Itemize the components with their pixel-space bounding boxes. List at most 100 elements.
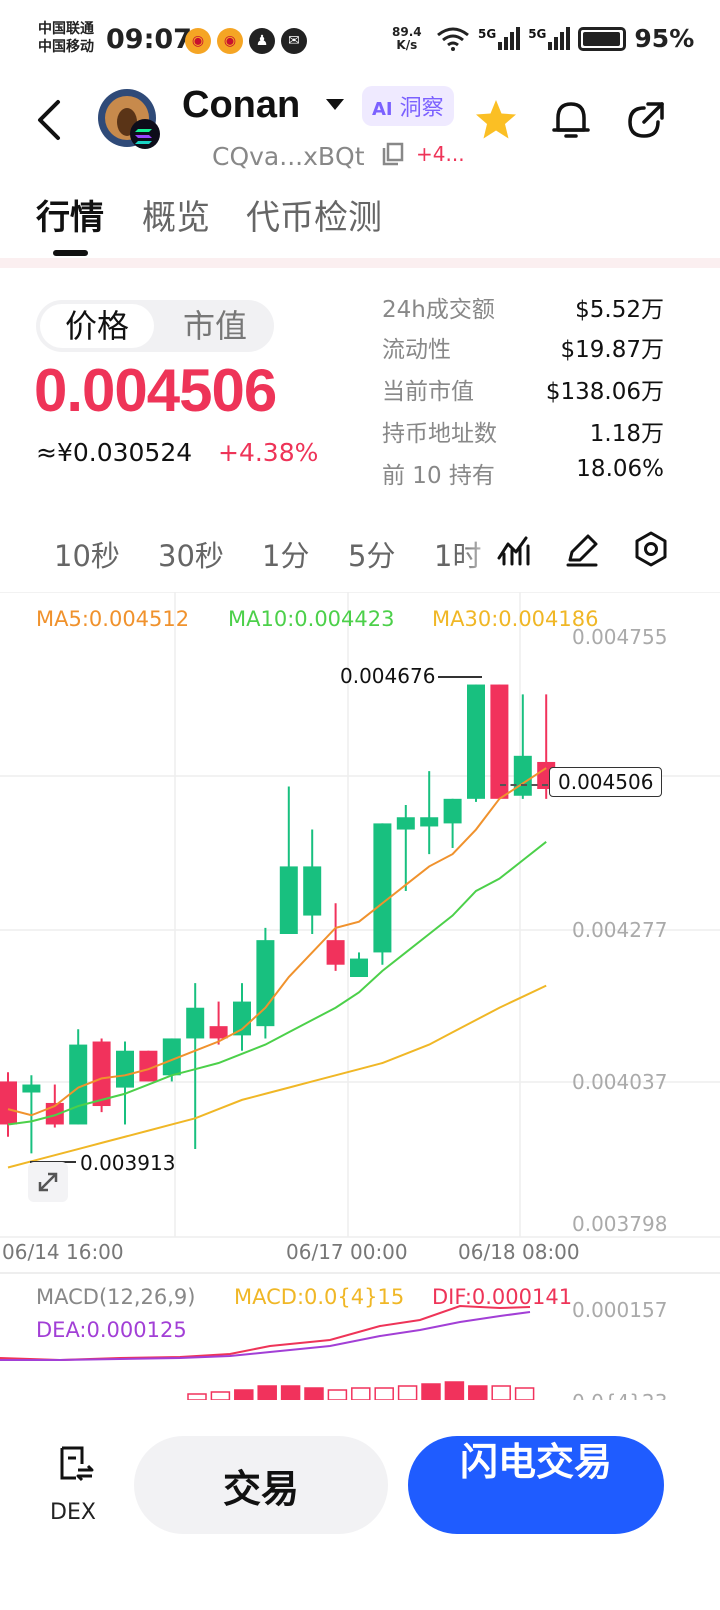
flash-trade-button[interactable]: 闪电交易 (408, 1436, 664, 1534)
battery-percent: 95% (634, 24, 695, 53)
wifi-icon (437, 27, 469, 51)
candle-body (513, 755, 532, 796)
tab-overview[interactable]: 概览 (142, 190, 210, 239)
candle-body (373, 823, 392, 953)
ma5-line (7, 767, 547, 1117)
candle-body (0, 1081, 17, 1125)
star-icon[interactable] (474, 98, 518, 142)
candle-body (116, 1050, 134, 1088)
carrier-info: 中国联通 中国移动 (38, 20, 94, 56)
x-axis-label: 06/17 00:00 (286, 1240, 408, 1264)
carrier-1: 中国联通 (38, 21, 94, 37)
carrier-2: 中国移动 (38, 39, 94, 55)
macd-bar (280, 1385, 301, 1400)
bell-icon[interactable] (550, 98, 592, 142)
share-icon[interactable] (624, 98, 668, 142)
interval-30s[interactable]: 30秒 (158, 533, 224, 575)
macd-chart (0, 1304, 535, 1400)
active-tab-indicator (53, 250, 88, 256)
price-cny: ≈¥0.030524 (36, 438, 193, 467)
indicator-icon[interactable] (496, 532, 532, 566)
interval-10s[interactable]: 10秒 (54, 533, 120, 575)
y-axis-label: 0.004277 (572, 918, 668, 942)
token-name[interactable]: Conan (182, 84, 300, 127)
macd-bar (351, 1387, 371, 1400)
macd-bar (210, 1391, 231, 1400)
toggle-market-cap[interactable]: 市值 (160, 304, 270, 348)
stat-value-mcap: $138.06万 (545, 379, 664, 405)
token-address: CQva...xBQt (212, 142, 365, 171)
candle-body (420, 817, 439, 827)
candle-body (490, 684, 509, 799)
macd-divider (0, 1272, 720, 1274)
token-avatar (97, 88, 163, 154)
macd-bar (491, 1385, 511, 1400)
status-right: 5G 5G 95% (436, 24, 694, 53)
ma30-line (7, 984, 547, 1169)
ai-insight-badge[interactable]: AI 洞察 (362, 86, 454, 126)
x-axis-label: 06/14 16:00 (2, 1240, 124, 1264)
candle-body (22, 1084, 41, 1093)
dex-icon[interactable] (56, 1444, 96, 1484)
tab-market[interactable]: 行情 (36, 190, 104, 239)
back-icon[interactable] (34, 98, 64, 142)
signal-5g-2: 5G (528, 27, 571, 50)
battery-icon (578, 26, 627, 51)
candle-body (396, 817, 415, 830)
stat-value-liquidity: $19.87万 (560, 337, 664, 363)
macd-bar (257, 1385, 277, 1400)
price-mcap-toggle[interactable]: 价格 市值 (36, 300, 274, 352)
fullscreen-button[interactable] (28, 1162, 68, 1202)
copy-icon[interactable] (382, 142, 404, 166)
macd-bar (374, 1387, 394, 1400)
y-axis-label: 0.004037 (572, 1070, 668, 1094)
extra-chains-badge[interactable]: +4... (416, 142, 465, 166)
candle-body (209, 1026, 228, 1039)
current-price: 0.004506 (34, 357, 277, 424)
status-time: 09:07 (106, 24, 192, 55)
stat-value-top10: 18.06% (576, 456, 664, 482)
max-price-leader (438, 676, 482, 678)
y-axis-label: 0.003798 (572, 1212, 668, 1236)
interval-1m[interactable]: 1分 (262, 533, 309, 575)
min-price-label: 0.003913 (80, 1151, 176, 1175)
weibo-icon: ◉ (185, 28, 211, 54)
macd-bar (514, 1387, 535, 1400)
current-price-line (500, 784, 548, 786)
draw-pen-icon[interactable] (564, 532, 600, 568)
candle-body (186, 1007, 205, 1039)
stat-value-holders: 1.18万 (589, 421, 664, 447)
signal-5g-1: 5G (478, 27, 521, 50)
macd-bar (234, 1389, 254, 1400)
candle-body (350, 958, 368, 978)
candle-body (92, 1041, 111, 1107)
stat-label-holders: 持币地址数 (382, 421, 497, 447)
candle-body (443, 798, 462, 824)
interval-5m[interactable]: 5分 (348, 533, 395, 575)
price-change: +4.38% (218, 438, 319, 467)
settings-icon[interactable] (632, 530, 670, 568)
section-divider (0, 258, 720, 268)
macd-bar (468, 1385, 488, 1400)
candle-body (326, 940, 345, 965)
ma10-legend: MA10:0.004423 (228, 607, 395, 631)
y-axis-label: 0.004755 (572, 625, 668, 649)
candle-body (467, 684, 485, 799)
trade-button[interactable]: 交易 (134, 1436, 388, 1534)
stat-label-top10: 前 10 持有 (382, 463, 495, 489)
qq-icon: ♟ (249, 28, 275, 54)
toggle-price[interactable]: 价格 (40, 304, 154, 348)
ma5-legend: MA5:0.004512 (36, 607, 190, 631)
max-price-label: 0.004676 (340, 664, 436, 688)
expand-icon (38, 1172, 58, 1192)
stat-label-liquidity: 流动性 (382, 337, 451, 363)
macd-bar (397, 1385, 418, 1400)
dex-label[interactable]: DEX (50, 1500, 96, 1525)
chevron-down-icon[interactable] (325, 98, 345, 112)
current-price-tag: 0.004506 (549, 767, 663, 797)
macd-bar (444, 1381, 465, 1400)
macd-bar (421, 1383, 441, 1400)
candle-body (279, 866, 298, 934)
x-axis-label: 06/18 08:00 (458, 1240, 580, 1264)
tab-token-check[interactable]: 代币检测 (246, 190, 382, 239)
